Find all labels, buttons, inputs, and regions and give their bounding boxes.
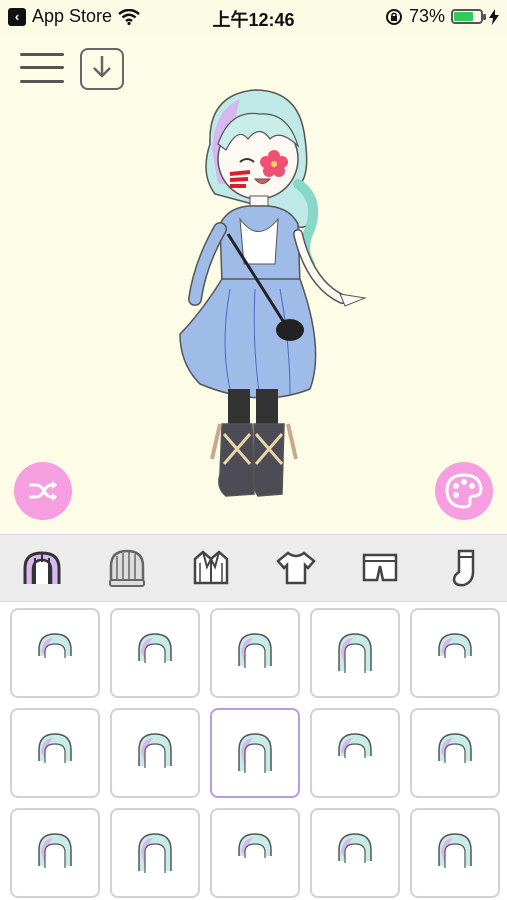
hairstyle-icon xyxy=(338,733,372,758)
category-hair[interactable] xyxy=(12,540,72,596)
hairstyle-item[interactable] xyxy=(410,808,500,898)
shuffle-icon xyxy=(29,481,57,501)
hairstyle-item[interactable] xyxy=(10,608,100,698)
hairstyle-item[interactable] xyxy=(410,608,500,698)
hairstyle-icon xyxy=(238,733,272,773)
download-button[interactable] xyxy=(80,48,124,90)
charging-bolt-icon xyxy=(489,8,499,25)
category-bar xyxy=(0,534,507,602)
hairstyle-icon xyxy=(438,633,472,658)
hairstyle-icon xyxy=(438,733,472,763)
category-shorts[interactable] xyxy=(350,540,410,596)
hairstyle-icon xyxy=(438,833,472,868)
category-jacket[interactable] xyxy=(181,540,241,596)
hairstyle-icon xyxy=(338,633,372,673)
hairstyle-item[interactable] xyxy=(110,708,200,798)
shorts-icon xyxy=(363,553,398,582)
category-socks[interactable] xyxy=(435,540,495,596)
hairstyle-icon xyxy=(238,833,272,858)
category-hat[interactable] xyxy=(97,540,157,596)
hairstyle-icon xyxy=(338,833,372,863)
category-shirt[interactable] xyxy=(266,540,326,596)
orientation-lock-icon xyxy=(385,8,402,25)
hairstyle-icon xyxy=(38,833,72,868)
hairstyle-item[interactable] xyxy=(10,708,100,798)
character-illustration xyxy=(179,89,367,497)
download-icon xyxy=(93,56,111,78)
hairstyle-icon xyxy=(38,633,72,658)
hairstyle-item[interactable] xyxy=(210,708,300,798)
palette-button[interactable] xyxy=(435,462,493,520)
hairstyle-item[interactable] xyxy=(210,608,300,698)
hairstyle-item[interactable] xyxy=(10,808,100,898)
status-bar: ‹ App Store 上午12:46 73% xyxy=(0,0,507,34)
hairstyle-icon xyxy=(138,733,172,768)
battery-icon xyxy=(451,9,486,24)
status-right: 73% xyxy=(385,6,499,27)
hat-icon xyxy=(108,549,145,587)
hairstyle-icon xyxy=(138,633,172,663)
hairstyle-item[interactable] xyxy=(410,708,500,798)
hair-icon xyxy=(23,551,61,584)
shuffle-button[interactable] xyxy=(14,462,72,520)
battery-percent: 73% xyxy=(408,6,445,26)
hairstyle-item[interactable] xyxy=(210,808,300,898)
menu-button[interactable] xyxy=(20,51,64,85)
hairstyle-item[interactable] xyxy=(310,708,400,798)
hairstyle-icon xyxy=(138,833,172,873)
palette-icon xyxy=(445,473,483,509)
hairstyle-item[interactable] xyxy=(110,808,200,898)
character-canvas xyxy=(0,34,507,532)
hairstyle-icon xyxy=(38,733,72,763)
hairstyle-item[interactable] xyxy=(310,608,400,698)
hairstyle-grid xyxy=(10,608,500,898)
hairstyle-item[interactable] xyxy=(310,808,400,898)
jacket-icon xyxy=(194,550,229,585)
sock-icon xyxy=(452,549,474,587)
shirt-icon xyxy=(275,551,316,585)
hairstyle-icon xyxy=(238,633,272,668)
hairstyle-item[interactable] xyxy=(110,608,200,698)
